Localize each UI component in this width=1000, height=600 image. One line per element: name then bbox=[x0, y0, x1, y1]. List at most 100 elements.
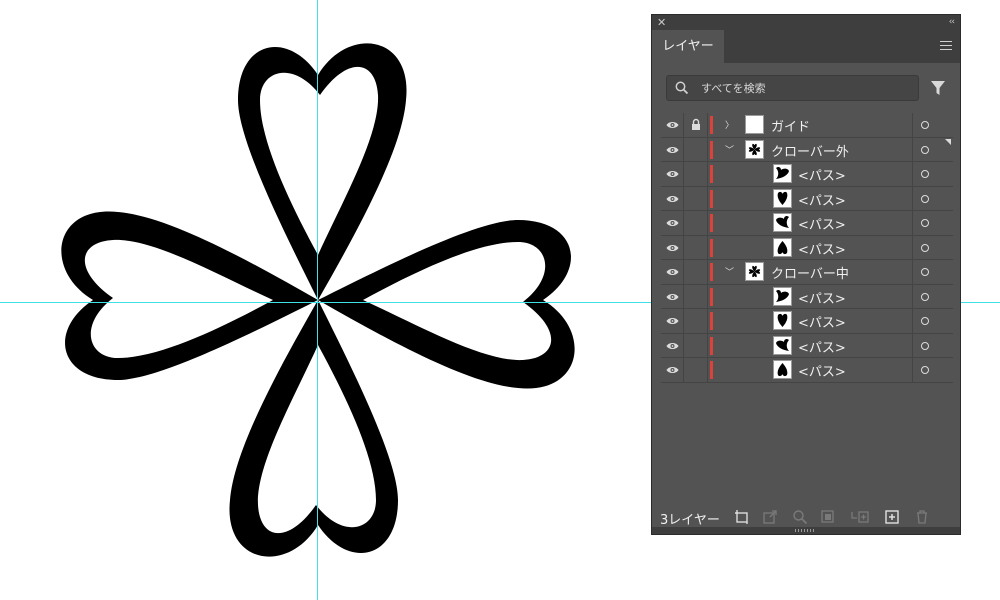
locate-object-icon[interactable] bbox=[792, 509, 808, 525]
sublayer-row[interactable]: <パス> bbox=[661, 309, 953, 334]
layer-row[interactable]: ﹀ クローバー外 bbox=[661, 137, 953, 162]
lock-icon[interactable] bbox=[684, 113, 708, 137]
layer-thumbnail bbox=[745, 262, 764, 281]
lock-toggle[interactable] bbox=[684, 211, 708, 235]
export-icon[interactable] bbox=[762, 509, 778, 525]
layer-name[interactable]: クローバー中 bbox=[771, 263, 849, 282]
eye-icon[interactable] bbox=[661, 137, 684, 162]
new-sublayer-icon[interactable] bbox=[850, 509, 870, 525]
clipping-mask-icon[interactable] bbox=[820, 509, 836, 525]
layer-color-swatch bbox=[710, 361, 713, 379]
layer-name[interactable]: <パス> bbox=[798, 190, 846, 209]
collect-for-export-icon[interactable] bbox=[734, 509, 750, 525]
layer-color-swatch bbox=[710, 312, 713, 330]
layer-name[interactable]: <パス> bbox=[798, 288, 846, 307]
clover-petal-bottom[interactable] bbox=[229, 300, 398, 557]
sublayer-row[interactable]: <パス> bbox=[661, 284, 953, 309]
lock-toggle[interactable] bbox=[684, 186, 708, 211]
target-indicator[interactable] bbox=[912, 309, 953, 333]
target-indicator[interactable] bbox=[912, 333, 953, 358]
layer-thumbnail bbox=[745, 139, 764, 159]
panel-menu-icon[interactable] bbox=[940, 41, 952, 51]
lock-toggle[interactable] bbox=[684, 235, 708, 260]
layer-name[interactable]: <パス> bbox=[798, 361, 846, 380]
layer-row[interactable]: 〉 ガイド bbox=[661, 113, 953, 138]
lock-toggle[interactable] bbox=[684, 162, 708, 186]
delete-icon[interactable] bbox=[914, 509, 930, 525]
eye-icon[interactable] bbox=[661, 309, 684, 333]
panel-resize-grip[interactable] bbox=[652, 527, 960, 534]
eye-icon[interactable] bbox=[661, 113, 684, 137]
lock-toggle[interactable] bbox=[684, 284, 708, 309]
eye-icon[interactable] bbox=[661, 162, 684, 186]
layer-color-swatch bbox=[710, 140, 713, 159]
path-thumbnail bbox=[773, 311, 792, 330]
chevron-right-icon[interactable]: 〉 bbox=[725, 118, 734, 131]
layer-name[interactable]: <パス> bbox=[798, 239, 846, 258]
layer-name[interactable]: <パス> bbox=[798, 337, 846, 356]
lock-toggle[interactable] bbox=[684, 358, 708, 382]
panel-titlebar[interactable]: ✕ ‹‹ bbox=[652, 15, 960, 30]
path-thumbnail bbox=[773, 188, 792, 208]
lock-toggle[interactable] bbox=[684, 333, 708, 358]
clover-petal-left[interactable] bbox=[61, 211, 318, 380]
path-thumbnail bbox=[773, 237, 792, 257]
layer-color-swatch bbox=[710, 287, 713, 306]
chevron-down-icon[interactable]: ﹀ bbox=[725, 143, 734, 156]
target-indicator[interactable] bbox=[912, 284, 953, 309]
target-indicator[interactable] bbox=[912, 358, 953, 382]
eye-icon[interactable] bbox=[661, 260, 684, 284]
eye-icon[interactable] bbox=[661, 186, 684, 211]
search-input[interactable] bbox=[701, 76, 911, 100]
path-thumbnail bbox=[773, 164, 792, 183]
layer-name[interactable]: ガイド bbox=[771, 116, 810, 135]
layer-color-swatch bbox=[710, 336, 713, 355]
layer-name[interactable]: クローバー外 bbox=[771, 141, 849, 160]
layer-color-swatch bbox=[710, 214, 713, 232]
layer-color-swatch bbox=[710, 165, 713, 183]
sublayer-row[interactable]: <パス> bbox=[661, 186, 953, 211]
layer-count: 3レイヤー bbox=[660, 513, 720, 528]
target-indicator[interactable] bbox=[912, 162, 953, 186]
sublayer-row[interactable]: <パス> bbox=[661, 333, 953, 358]
layer-list: 〉 ガイド ﹀ クローバー外 <パス> <パス> <パス> <パス> ﹀ クローバー中 <パス> <パ… bbox=[661, 113, 953, 383]
collapse-icon[interactable]: ‹‹ bbox=[949, 15, 955, 30]
clover-petal-top[interactable] bbox=[238, 43, 407, 300]
lock-toggle[interactable] bbox=[684, 137, 708, 162]
path-thumbnail bbox=[773, 335, 792, 355]
eye-icon[interactable] bbox=[661, 211, 684, 235]
new-layer-icon[interactable] bbox=[884, 509, 900, 525]
filter-icon[interactable] bbox=[930, 80, 946, 96]
layer-row[interactable]: ﹀ クローバー中 bbox=[661, 260, 953, 285]
eye-icon[interactable] bbox=[661, 333, 684, 358]
path-thumbnail bbox=[773, 360, 792, 379]
sublayer-row[interactable]: <パス> bbox=[661, 162, 953, 187]
clover-petal-right[interactable] bbox=[318, 220, 575, 389]
lock-toggle[interactable] bbox=[684, 309, 708, 333]
eye-icon[interactable] bbox=[661, 235, 684, 260]
layer-name[interactable]: <パス> bbox=[798, 312, 846, 331]
target-indicator[interactable] bbox=[912, 186, 953, 211]
target-indicator[interactable] bbox=[912, 235, 953, 260]
selected-art-indicator bbox=[945, 139, 951, 145]
target-indicator[interactable] bbox=[912, 113, 953, 137]
eye-icon[interactable] bbox=[661, 284, 684, 309]
target-indicator[interactable] bbox=[912, 211, 953, 235]
layer-color-swatch bbox=[710, 263, 713, 281]
lock-toggle[interactable] bbox=[684, 260, 708, 284]
chevron-down-icon[interactable]: ﹀ bbox=[725, 265, 734, 278]
close-icon[interactable]: ✕ bbox=[657, 15, 666, 30]
target-indicator[interactable] bbox=[912, 260, 953, 284]
layers-panel: ✕ ‹‹ レイヤー 〉 ガイド ﹀ クローバー外 <パス> <パス> <パス> <パス> ﹀ クロ… bbox=[651, 14, 961, 535]
sublayer-row[interactable]: <パス> bbox=[661, 235, 953, 260]
path-thumbnail bbox=[773, 286, 792, 306]
eye-icon[interactable] bbox=[661, 358, 684, 382]
search-box[interactable] bbox=[666, 75, 919, 101]
layer-color-swatch bbox=[710, 189, 713, 208]
layer-name[interactable]: <パス> bbox=[798, 165, 846, 184]
sublayer-row[interactable]: <パス> bbox=[661, 211, 953, 236]
layer-name[interactable]: <パス> bbox=[798, 214, 846, 233]
vertical-guide[interactable] bbox=[317, 0, 318, 600]
sublayer-row[interactable]: <パス> bbox=[661, 358, 953, 383]
tab-layers[interactable]: レイヤー bbox=[652, 30, 724, 63]
